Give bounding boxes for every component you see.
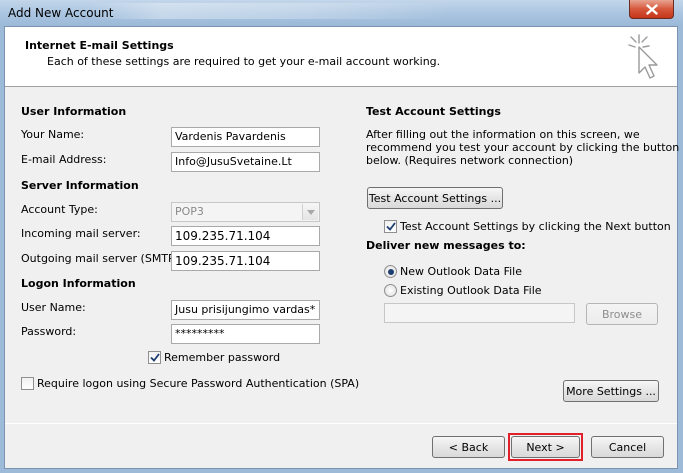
test-on-next-checkbox[interactable] — [384, 220, 397, 233]
remember-password-label: Remember password — [164, 351, 281, 364]
deliver-messages-heading: Deliver new messages to: — [366, 239, 526, 252]
spa-label: Require logon using Secure Password Auth… — [37, 377, 360, 390]
back-button[interactable]: < Back — [432, 436, 505, 458]
test-account-settings-button[interactable]: Test Account Settings ... — [367, 187, 503, 209]
server-information-heading: Server Information — [21, 179, 139, 192]
password-label: Password: — [21, 325, 77, 338]
spa-checkbox[interactable] — [21, 377, 34, 390]
user-name-input[interactable]: Jusu prisijungimo vardas* — [171, 300, 320, 320]
test-account-heading: Test Account Settings — [366, 105, 501, 118]
test-on-next-label: Test Account Settings by clicking the Ne… — [400, 220, 671, 233]
close-icon — [645, 3, 658, 15]
outgoing-server-input[interactable]: 109.235.71.104 — [171, 251, 320, 271]
remember-password-checkbox[interactable] — [148, 351, 161, 364]
new-data-file-label: New Outlook Data File — [400, 265, 522, 278]
incoming-server-input[interactable]: 109.235.71.104 — [171, 226, 320, 246]
radio-selected-dot — [387, 268, 394, 275]
account-type-select: POP3 — [171, 202, 320, 222]
logon-information-heading: Logon Information — [21, 277, 136, 290]
more-settings-button[interactable]: More Settings ... — [563, 380, 659, 402]
new-data-file-radio[interactable] — [384, 265, 397, 278]
header-subtitle: Each of these settings are required to g… — [47, 55, 441, 68]
your-name-input[interactable]: Vardenis Pavardenis — [171, 127, 320, 147]
header-title: Internet E-mail Settings — [25, 39, 174, 52]
existing-data-file-label: Existing Outlook Data File — [400, 284, 542, 297]
checkmark-icon — [385, 222, 396, 231]
checkmark-icon — [149, 353, 160, 362]
outgoing-server-label: Outgoing mail server (SMTP): — [21, 252, 183, 265]
window-title: Add New Account — [8, 6, 114, 20]
email-address-label: E-mail Address: — [21, 153, 107, 166]
email-address-input[interactable]: Info@JusuSvetaine.Lt — [171, 152, 320, 172]
user-information-heading: User Information — [21, 105, 127, 118]
data-file-path-input — [384, 303, 575, 323]
browse-button: Browse — [586, 303, 658, 325]
test-description-line-2: recommend you test your account by click… — [366, 141, 680, 154]
cancel-button[interactable]: Cancel — [591, 436, 664, 458]
chevron-down-icon — [302, 204, 318, 220]
test-description-line-1: After filling out the information on thi… — [366, 128, 640, 141]
test-description-line-3: below. (Requires network connection) — [366, 154, 574, 167]
close-button[interactable] — [629, 0, 674, 19]
cursor-sparkle-icon — [625, 33, 667, 84]
title-bar-glass — [90, 3, 450, 19]
dialog-header: Internet E-mail Settings Each of these s… — [5, 27, 677, 87]
password-input[interactable]: ********* — [171, 324, 320, 344]
footer-separator — [5, 423, 677, 424]
next-button[interactable]: Next > — [511, 436, 580, 458]
account-type-value: POP3 — [175, 205, 204, 218]
your-name-label: Your Name: — [21, 128, 85, 141]
user-name-label: User Name: — [21, 301, 86, 314]
dialog-body: Internet E-mail Settings Each of these s… — [4, 26, 680, 469]
existing-data-file-radio[interactable] — [384, 284, 397, 297]
account-type-label: Account Type: — [21, 203, 98, 216]
incoming-server-label: Incoming mail server: — [21, 227, 141, 240]
title-bar[interactable]: Add New Account — [0, 0, 683, 26]
